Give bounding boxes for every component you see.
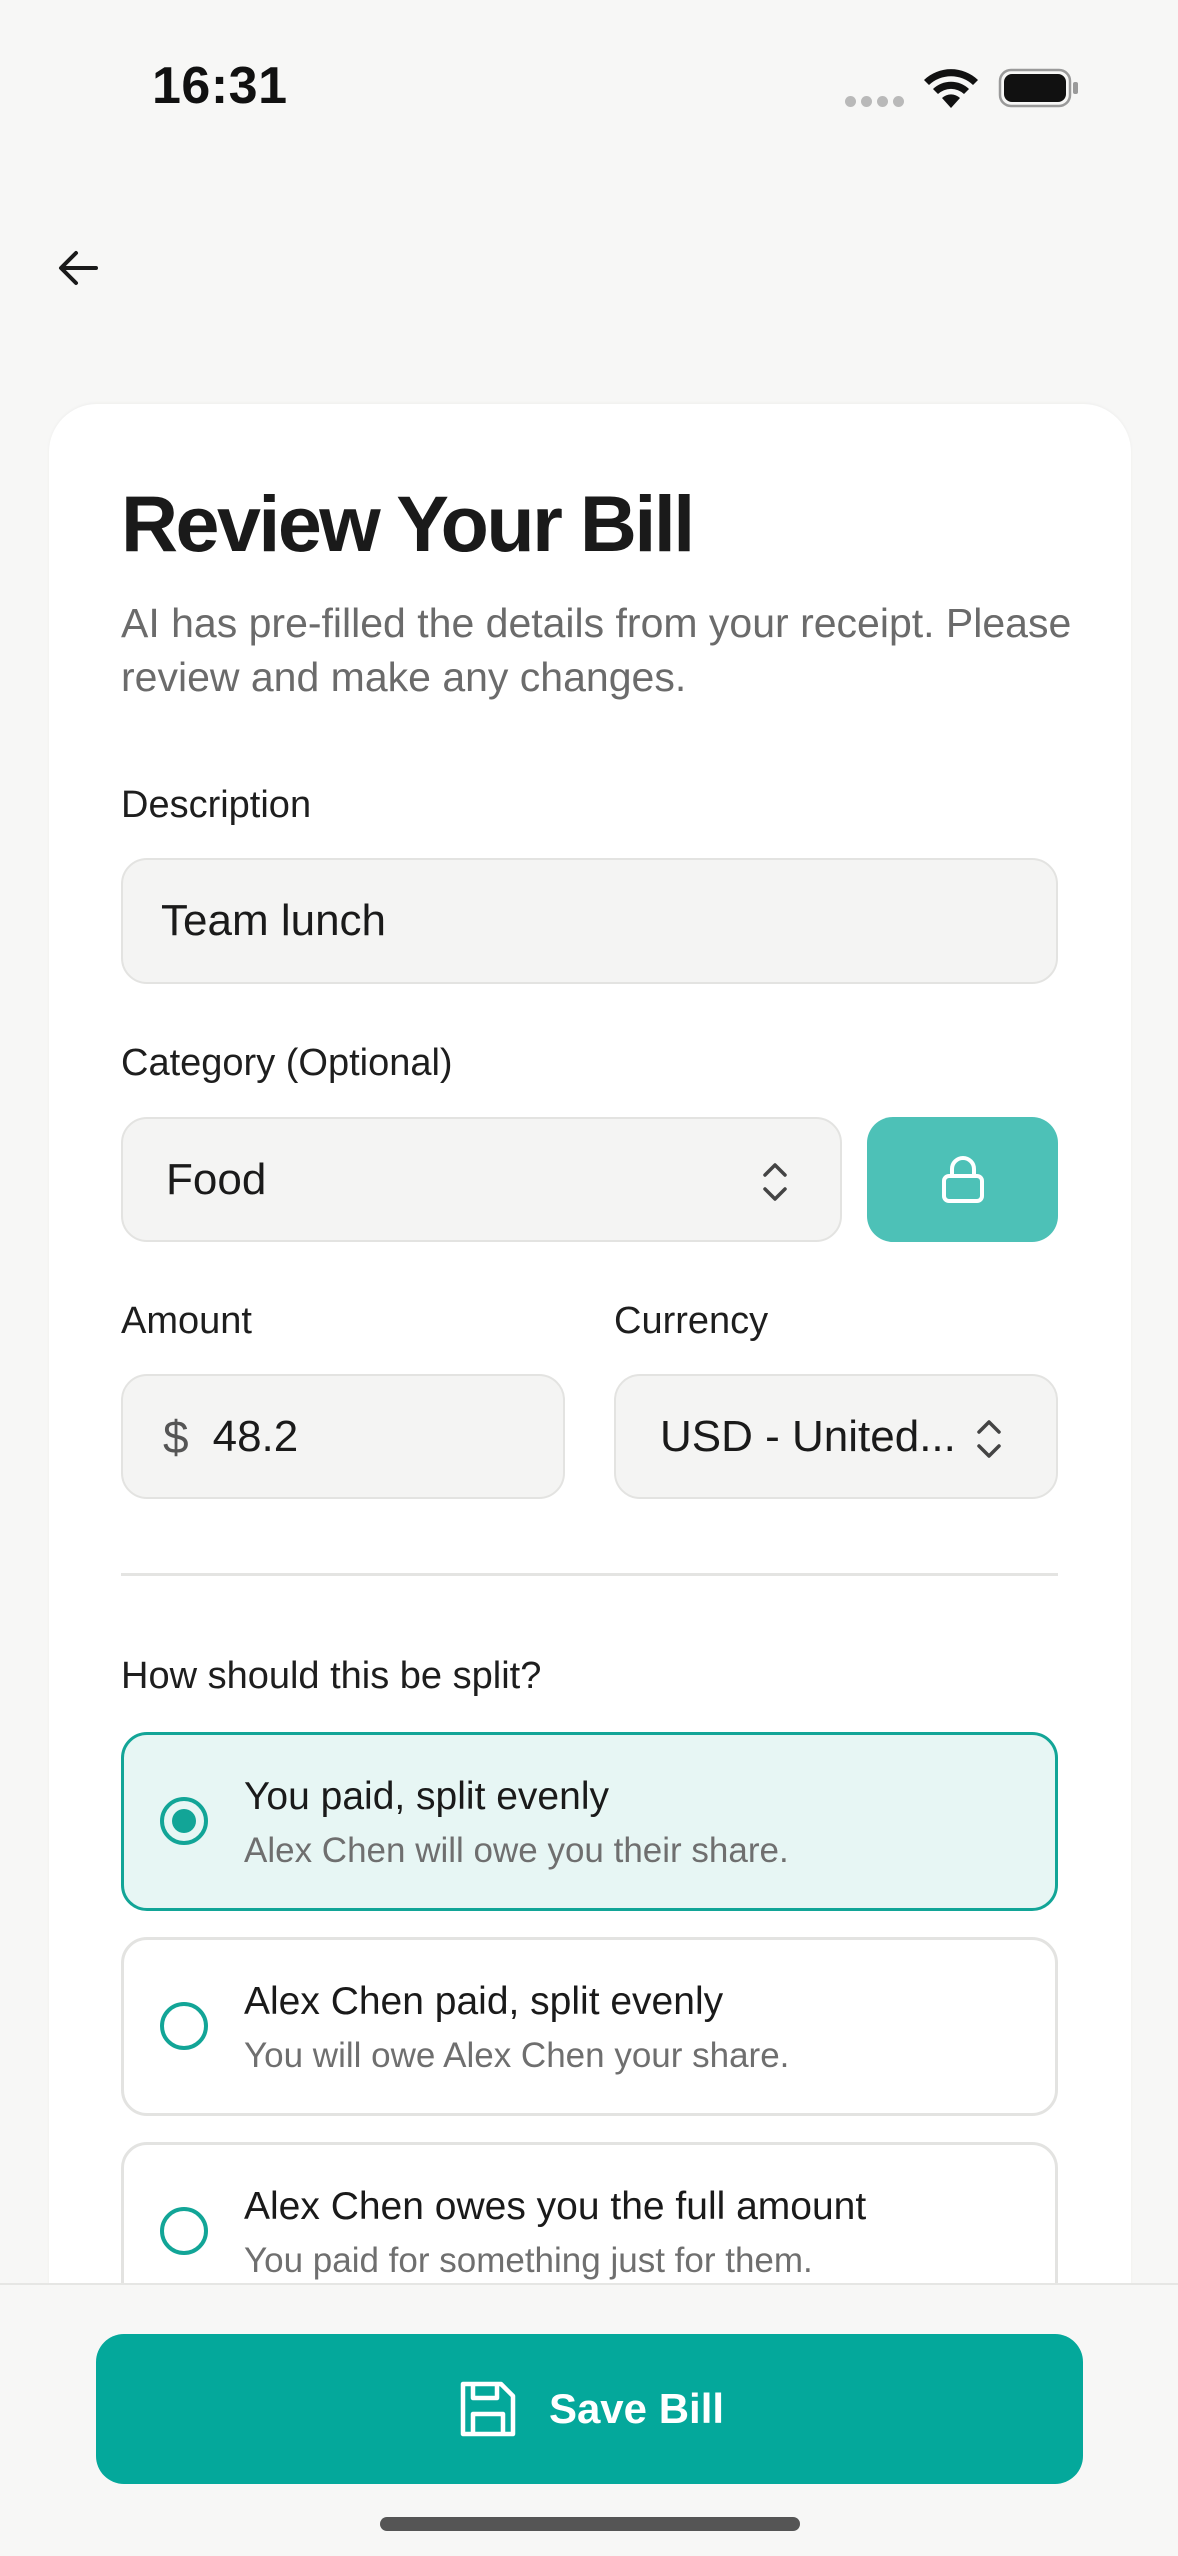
save-icon [460, 2381, 516, 2437]
home-indicator [380, 2517, 800, 2531]
lock-icon [941, 1155, 984, 1203]
chevron-up-down-icon [977, 1420, 1001, 1458]
category-value: Food [166, 1154, 267, 1204]
option-title: You paid, split evenly [244, 1775, 609, 1818]
screen: 16:31 Review Your Bill AI has pre-filled… [0, 0, 1178, 2556]
radio-selected[interactable] [160, 1797, 208, 1845]
battery-icon [998, 68, 1078, 108]
split-question: How should this be split? [121, 1655, 542, 1697]
amount-value: 48.2 [212, 1411, 299, 1461]
category-select[interactable]: Food [121, 1117, 842, 1242]
currency-label: Currency [614, 1300, 769, 1342]
save-button-label: Save Bill [548, 2385, 725, 2432]
description-input[interactable]: Team lunch [121, 858, 1058, 984]
option-subtitle: Alex Chen will owe you their share. [244, 1831, 789, 1870]
split-option-alex-paid-evenly[interactable]: Alex Chen paid, split evenly You will ow… [121, 1937, 1058, 2116]
option-subtitle: You paid for something just for them. [244, 2241, 813, 2280]
category-label: Category (Optional) [121, 1042, 453, 1084]
save-bill-button[interactable]: Save Bill [96, 2334, 1083, 2484]
option-title: Alex Chen paid, split evenly [244, 1980, 724, 2023]
radio-unselected[interactable] [160, 2002, 208, 2050]
currency-value: USD - United... [660, 1411, 956, 1461]
arrow-left-icon [59, 251, 98, 285]
amount-label: Amount [121, 1300, 252, 1342]
radio-unselected[interactable] [160, 2207, 208, 2255]
page-subtitle: AI has pre-filled the details from your … [121, 600, 1072, 700]
wifi-icon [924, 69, 978, 108]
amount-input[interactable]: $ 48.2 [121, 1374, 565, 1499]
divider [121, 1573, 1058, 1576]
category-lock-button[interactable] [867, 1117, 1058, 1242]
option-subtitle: You will owe Alex Chen your share. [244, 2036, 790, 2075]
option-title: Alex Chen owes you the full amount [244, 2185, 867, 2228]
split-option-you-paid-evenly[interactable]: You paid, split evenly Alex Chen will ow… [121, 1732, 1058, 1911]
currency-select[interactable]: USD - United... [614, 1374, 1058, 1499]
status-time: 16:31 [152, 57, 288, 115]
description-label: Description [121, 784, 312, 826]
description-value: Team lunch [161, 896, 387, 945]
page-title: Review Your Bill [121, 479, 695, 568]
dollar-sign-icon: $ [163, 1410, 189, 1463]
chevron-up-down-icon [763, 1163, 787, 1201]
signal-dots-icon [845, 96, 905, 108]
back-button[interactable] [48, 238, 108, 298]
